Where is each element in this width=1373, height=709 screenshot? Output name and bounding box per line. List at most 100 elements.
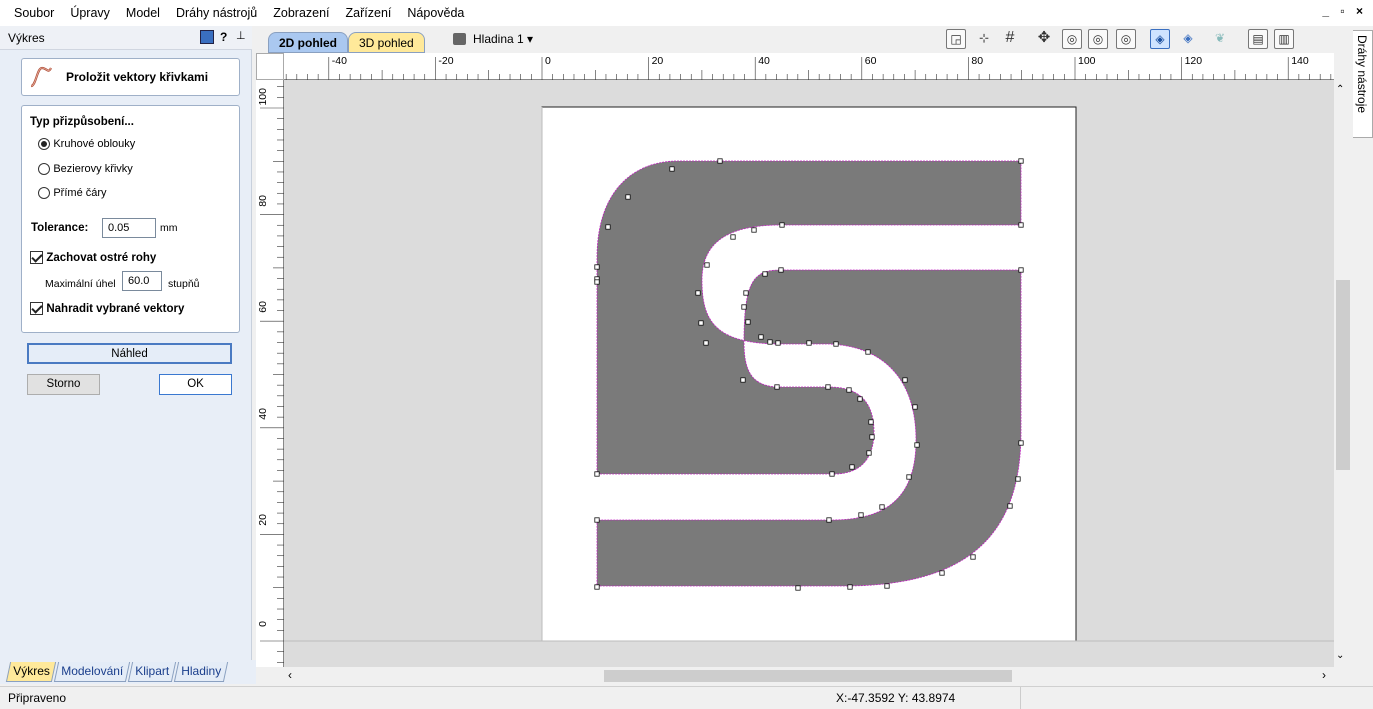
vector-node[interactable]	[869, 434, 875, 440]
ruler-corner[interactable]	[256, 53, 284, 80]
menu-upravy[interactable]: Úpravy	[62, 0, 118, 26]
vector-node[interactable]	[625, 194, 631, 200]
menu-soubor[interactable]: Soubor	[6, 0, 62, 26]
tab-3d-view[interactable]: 3D pohled	[348, 32, 425, 53]
vector-node[interactable]	[1018, 440, 1024, 446]
vector-node[interactable]	[868, 419, 874, 425]
vector-node[interactable]	[1018, 222, 1024, 228]
radio-straight-lines[interactable]: Přímé čáry	[38, 185, 107, 199]
scroll-thumb[interactable]	[1336, 280, 1350, 470]
radio-bezier-curves[interactable]: Bezierovy křivky	[38, 161, 133, 175]
vector-node[interactable]	[939, 570, 945, 576]
scroll-right-icon[interactable]: ›	[1322, 668, 1326, 682]
vector-node[interactable]	[741, 304, 747, 310]
vector-node[interactable]	[594, 471, 600, 477]
vector-node[interactable]	[846, 387, 852, 393]
checkbox-icon[interactable]	[30, 251, 43, 265]
vector-node[interactable]	[695, 290, 701, 296]
tab-hladiny[interactable]: Hladiny	[173, 662, 229, 682]
max-angle-input[interactable]: 60.0	[122, 271, 162, 291]
vector-node[interactable]	[594, 264, 600, 270]
vector-node[interactable]	[825, 384, 831, 390]
menu-zarizeni[interactable]: Zařízení	[338, 0, 400, 26]
scroll-down-icon[interactable]: ⌄	[1336, 650, 1344, 661]
grid-icon[interactable]: #	[1000, 29, 1020, 49]
vector-snap-icon[interactable]: ◈	[1178, 29, 1198, 49]
vector-node[interactable]	[778, 267, 784, 273]
vector-node[interactable]	[762, 271, 768, 277]
vector-node[interactable]	[879, 504, 885, 510]
vector-node[interactable]	[745, 319, 751, 325]
vector-node[interactable]	[594, 517, 600, 523]
vector-node[interactable]	[902, 377, 908, 383]
vector-node[interactable]	[865, 349, 871, 355]
node-edit-icon[interactable]: ⊹	[974, 29, 994, 49]
vector-fit-icon[interactable]: ◈	[1150, 29, 1170, 49]
menu-zobrazeni[interactable]: Zobrazení	[265, 0, 337, 26]
canvas-svg[interactable]	[284, 80, 1334, 667]
radio-icon[interactable]	[38, 186, 50, 199]
vector-node[interactable]	[594, 279, 600, 285]
vector-node[interactable]	[914, 442, 920, 448]
zoom-fit-icon[interactable]: ◎	[1088, 29, 1108, 49]
vector-node[interactable]	[833, 341, 839, 347]
panel-dock-icon[interactable]	[200, 30, 214, 44]
vector-node[interactable]	[1015, 476, 1021, 482]
vector-node[interactable]	[779, 222, 785, 228]
toolpaths-dock-tab[interactable]: Dráhy nástroje	[1353, 30, 1373, 138]
vector-node[interactable]	[698, 320, 704, 326]
drawing-canvas[interactable]	[284, 80, 1334, 667]
vector-node[interactable]	[704, 262, 710, 268]
vector-node[interactable]	[751, 227, 757, 233]
toolpath-preview-icon[interactable]: ❦	[1210, 29, 1230, 49]
vector-node[interactable]	[826, 517, 832, 523]
layout-vertical-icon[interactable]: ▥	[1274, 29, 1294, 49]
radio-icon[interactable]	[38, 137, 50, 150]
cancel-button[interactable]: Storno	[27, 374, 100, 395]
vector-node[interactable]	[857, 396, 863, 402]
menu-napoveda[interactable]: Nápověda	[399, 0, 472, 26]
vector-node[interactable]	[912, 404, 918, 410]
vector-node[interactable]	[866, 450, 872, 456]
vector-node[interactable]	[858, 512, 864, 518]
replace-selected-checkbox[interactable]: Nahradit vybrané vektory	[30, 301, 184, 316]
vertical-scrollbar[interactable]: ⌃ ⌄	[1334, 80, 1353, 667]
vector-node[interactable]	[767, 339, 773, 345]
vector-node[interactable]	[605, 224, 611, 230]
ok-button[interactable]: OK	[159, 374, 232, 395]
zoom-icon[interactable]: ◎	[1116, 29, 1136, 49]
vector-node[interactable]	[884, 583, 890, 589]
tab-2d-view[interactable]: 2D pohled	[268, 32, 349, 53]
vector-node[interactable]	[849, 464, 855, 470]
radio-icon[interactable]	[38, 162, 50, 175]
tab-vykres[interactable]: Výkres	[5, 662, 57, 682]
vector-node[interactable]	[1007, 503, 1013, 509]
vector-node[interactable]	[906, 474, 912, 480]
zoom-box-icon[interactable]: ◎	[1062, 29, 1082, 49]
tab-klipart[interactable]: Klipart	[127, 662, 177, 682]
layer-dropdown[interactable]: Hladina 1 ▾	[473, 32, 533, 46]
vector-node[interactable]	[847, 584, 853, 590]
vector-node[interactable]	[806, 340, 812, 346]
vector-node[interactable]	[970, 554, 976, 560]
vector-node[interactable]	[774, 384, 780, 390]
tolerance-input[interactable]: 0.05	[102, 218, 156, 238]
scroll-thumb-horizontal[interactable]	[604, 670, 1012, 682]
checkbox-icon[interactable]	[30, 302, 43, 316]
menu-model[interactable]: Model	[118, 0, 168, 26]
radio-circular-arcs[interactable]: Kruhové oblouky	[38, 136, 135, 150]
scroll-left-icon[interactable]: ‹	[288, 668, 292, 682]
help-icon[interactable]: ?	[220, 30, 227, 44]
vector-node[interactable]	[740, 377, 746, 383]
vector-node[interactable]	[1018, 267, 1024, 273]
scroll-up-icon[interactable]: ⌃	[1336, 84, 1344, 95]
vector-node[interactable]	[829, 471, 835, 477]
vector-node[interactable]	[594, 584, 600, 590]
pan-icon[interactable]: ✥	[1034, 29, 1054, 49]
vector-node[interactable]	[1018, 158, 1024, 164]
select-vectors-icon[interactable]: ◲	[946, 29, 966, 49]
preview-button[interactable]: Náhled	[27, 343, 232, 364]
vector-node[interactable]	[775, 340, 781, 346]
vector-node[interactable]	[669, 166, 675, 172]
horizontal-scrollbar[interactable]: ‹ ›	[284, 667, 1334, 685]
